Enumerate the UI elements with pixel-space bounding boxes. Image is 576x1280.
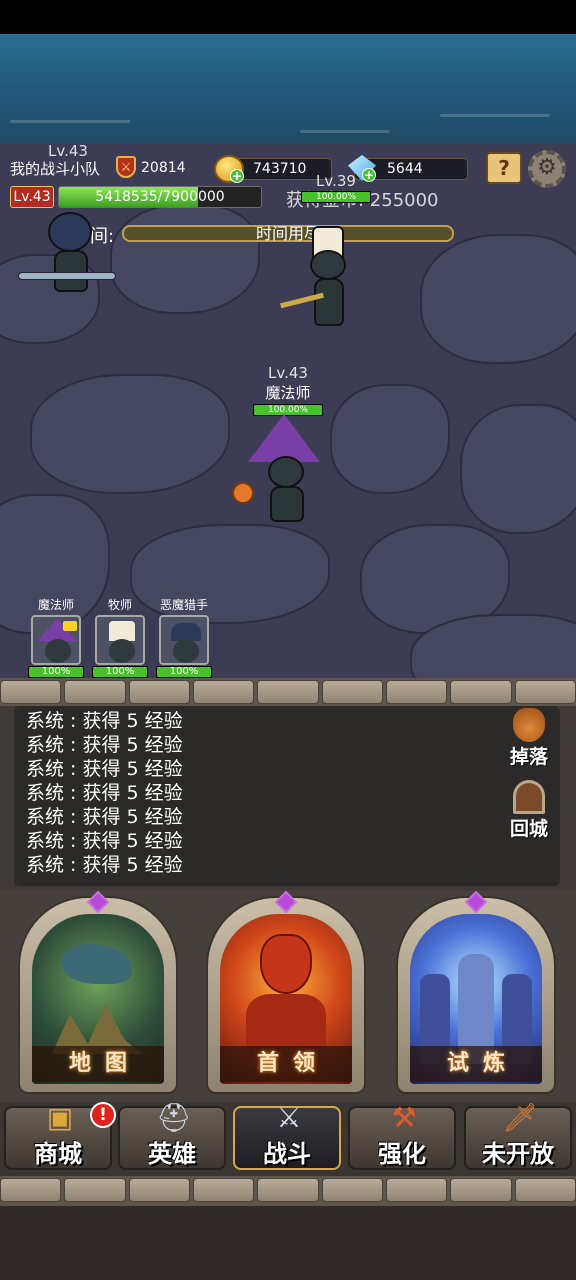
unit-hp-text: 100.00% (315, 192, 357, 202)
player-level-badge: Lv.43 (10, 186, 54, 208)
sword-icon: 🗡 (502, 1101, 538, 1134)
door-icon (513, 780, 545, 814)
unit-demon-hunter[interactable]: Lv.43 (28, 142, 108, 160)
team-member-name: 恶魔猎手 (159, 598, 208, 612)
gem-value: 5644 (387, 161, 423, 177)
stone-wall-divider (0, 678, 576, 708)
log-line: 系统 : 获得 5 经验 (26, 758, 183, 780)
system-status-bar (0, 0, 576, 34)
log-line: 系统 : 获得 5 经验 (26, 782, 183, 804)
boss-label: 首领 (220, 1046, 352, 1082)
unit-mage[interactable]: Lv.43 魔法师 100.00% (250, 364, 326, 417)
map-label: 地图 (32, 1046, 164, 1082)
bottom-floor (0, 1206, 576, 1280)
nav-label: 商城 (34, 1140, 82, 1168)
return-town-label: 回城 (509, 818, 548, 840)
nav-label: 英雄 (148, 1140, 196, 1168)
hunter-head (48, 212, 92, 252)
team-slot-demon-hunter[interactable]: 恶魔猎手 100% (154, 596, 214, 678)
drop-button[interactable]: 掉落 (502, 708, 556, 769)
floor-stone (30, 374, 230, 494)
mitre-icon (109, 621, 135, 641)
helmet-icon: ⛑ (156, 1101, 192, 1134)
team-member-hp: 100% (92, 666, 148, 678)
gold-coin-icon[interactable]: + (214, 155, 244, 183)
orb-staff-icon (232, 482, 254, 504)
notification-badge: ! (90, 1102, 116, 1128)
mage-sprite[interactable] (230, 414, 330, 526)
wizard-hat-icon (248, 414, 320, 462)
exp-text: 5418535/7900000 (95, 189, 225, 205)
floor-stone (330, 384, 450, 494)
nav-shop-button[interactable]: ▣ ! 商城 (4, 1101, 116, 1170)
crossed-swords-icon: ⚔ (276, 1101, 302, 1134)
priest-body (314, 278, 344, 326)
trial-label: 试炼 (410, 1046, 542, 1082)
team-name: 我的战斗小队 (10, 160, 101, 178)
map-card[interactable]: 地图 (18, 890, 178, 1094)
team-slot-mage[interactable]: 魔法师 100% (26, 596, 86, 678)
help-book-icon[interactable]: ? (486, 152, 522, 184)
hunter-face (173, 639, 199, 663)
demon-head (260, 934, 312, 994)
sky-background (0, 34, 576, 144)
video-camera-icon (63, 621, 77, 631)
treasure-chest-icon: ▣ (46, 1101, 74, 1134)
mage-body (270, 486, 304, 522)
hammer-icon: ⚒ (391, 1101, 417, 1134)
team-member-hp: 100% (156, 666, 212, 678)
blade-icon (18, 272, 116, 280)
power-shield-icon: ⚔ (116, 156, 136, 178)
unit-name: 魔法师 (265, 384, 311, 402)
add-gold-icon[interactable]: + (230, 169, 244, 183)
team-member-hp: 100% (28, 666, 84, 678)
log-line: 系统 : 获得 5 经验 (26, 806, 183, 828)
dragon-silhouette (62, 944, 132, 984)
priest-face (109, 639, 135, 663)
exp-bar: 5418535/7900000 (58, 186, 262, 208)
power-value: 20814 (141, 160, 186, 176)
floor-stone (110, 204, 260, 314)
demon-hunter-portrait (159, 615, 209, 665)
demon-hunter-sprite[interactable] (18, 206, 118, 306)
nav-locked-button[interactable]: 🗡 未开放 (464, 1101, 572, 1170)
nav-label: 强化 (378, 1140, 426, 1168)
team-member-name: 魔法师 (37, 598, 74, 612)
return-town-button[interactable]: 回城 (502, 780, 556, 841)
mage-portrait (31, 615, 81, 665)
trial-card[interactable]: 试炼 (396, 890, 556, 1094)
sky-streak (300, 130, 390, 133)
nav-upgrade-button[interactable]: ⚒ 强化 (348, 1101, 456, 1170)
team-member-name: 牧师 (107, 598, 132, 612)
sky-streak (440, 114, 550, 117)
nav-label: 未开放 (482, 1140, 554, 1168)
hunter-body (54, 250, 88, 292)
loot-bag-icon (513, 708, 545, 742)
drop-label: 掉落 (509, 746, 548, 768)
sky-streak (10, 120, 130, 123)
stone-wall-bottom (0, 1176, 576, 1206)
nav-battle-button[interactable]: ⚔ 战斗 (233, 1101, 341, 1170)
nav-heroes-button[interactable]: ⛑ 英雄 (118, 1101, 226, 1170)
floor-stone (420, 234, 576, 364)
unit-level: Lv.43 (268, 364, 308, 382)
log-line: 系统 : 获得 5 经验 (26, 710, 183, 732)
log-line: 系统 : 获得 5 经验 (26, 830, 183, 852)
boss-card[interactable]: 首领 (206, 890, 366, 1094)
mage-face (45, 639, 71, 663)
unit-level: Lv.43 (48, 142, 88, 160)
priest-sprite[interactable] (280, 226, 370, 332)
log-line: 系统 : 获得 5 经验 (26, 854, 183, 876)
priest-head (310, 250, 346, 280)
nav-label: 战斗 (263, 1140, 311, 1168)
unit-priest[interactable]: Lv.39 100.00% (296, 172, 376, 204)
floor-stone (460, 404, 576, 534)
unit-level: Lv.39 (316, 172, 356, 190)
team-slot-priest[interactable]: 牧师 100% (90, 596, 150, 678)
log-line: 系统 : 获得 5 经验 (26, 734, 183, 756)
priest-portrait (95, 615, 145, 665)
settings-gear-icon[interactable]: ⚙ (528, 150, 566, 188)
mage-head (268, 456, 304, 488)
unit-hp-bar: 100.00% (301, 191, 371, 203)
